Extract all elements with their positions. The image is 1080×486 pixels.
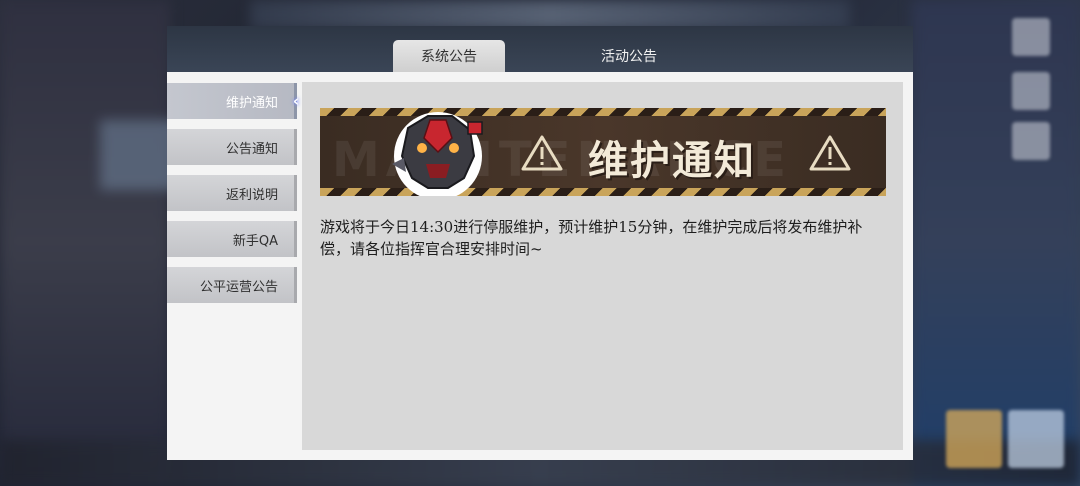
sidebar-item-label: 维护通知 (225, 95, 278, 111)
announcement-panel: 系统公告 活动公告 维护通知 ‹ 公告通知 返利说明 新手QA 公平运营公告 M… (167, 26, 913, 460)
warning-icon (521, 135, 563, 171)
banner-title: 维护通知 (588, 138, 756, 184)
warning-icon (809, 135, 851, 171)
notice-body-text: 游戏将于今日14:30进行停服维护，预计维护15分钟，在维护完成后将发布维护补偿… (320, 218, 863, 258)
sidebar: 维护通知 ‹ 公告通知 返利说明 新手QA 公平运营公告 (167, 83, 299, 313)
tab-system-announcement[interactable]: 系统公告 (393, 40, 505, 72)
maintenance-banner: MAINTENANCE 维护通知 (320, 108, 886, 196)
settings-button[interactable] (1012, 122, 1050, 160)
battle-button[interactable] (1008, 410, 1064, 468)
shop-button[interactable] (946, 410, 1002, 468)
sidebar-item-newbie-qa[interactable]: 新手QA (167, 221, 297, 257)
sidebar-item-notice[interactable]: 公告通知 (167, 129, 297, 165)
sidebar-item-label: 公平运营公告 (199, 279, 278, 295)
sidebar-item-label: 公告通知 (225, 141, 278, 157)
mail-button[interactable] (1012, 18, 1050, 56)
background-left (0, 0, 170, 486)
sidebar-item-label: 新手QA (232, 233, 278, 249)
sidebar-item-fair-operation[interactable]: 公平运营公告 (167, 267, 297, 303)
panel-header: 系统公告 活动公告 (167, 26, 913, 72)
menu-button[interactable] (1012, 72, 1050, 110)
sidebar-item-maintenance[interactable]: 维护通知 ‹ (167, 83, 299, 119)
tab-event-announcement[interactable]: 活动公告 (573, 40, 685, 72)
robot-mascot-image (392, 112, 483, 196)
sidebar-item-label: 返利说明 (225, 187, 278, 203)
panel-body: 维护通知 ‹ 公告通知 返利说明 新手QA 公平运营公告 MAINTENANCE (167, 72, 913, 460)
sidebar-item-rebate[interactable]: 返利说明 (167, 175, 297, 211)
announcement-content: MAINTENANCE 维护通知 游戏将于今日14:30进行停服维护，预计维护1… (302, 82, 903, 450)
